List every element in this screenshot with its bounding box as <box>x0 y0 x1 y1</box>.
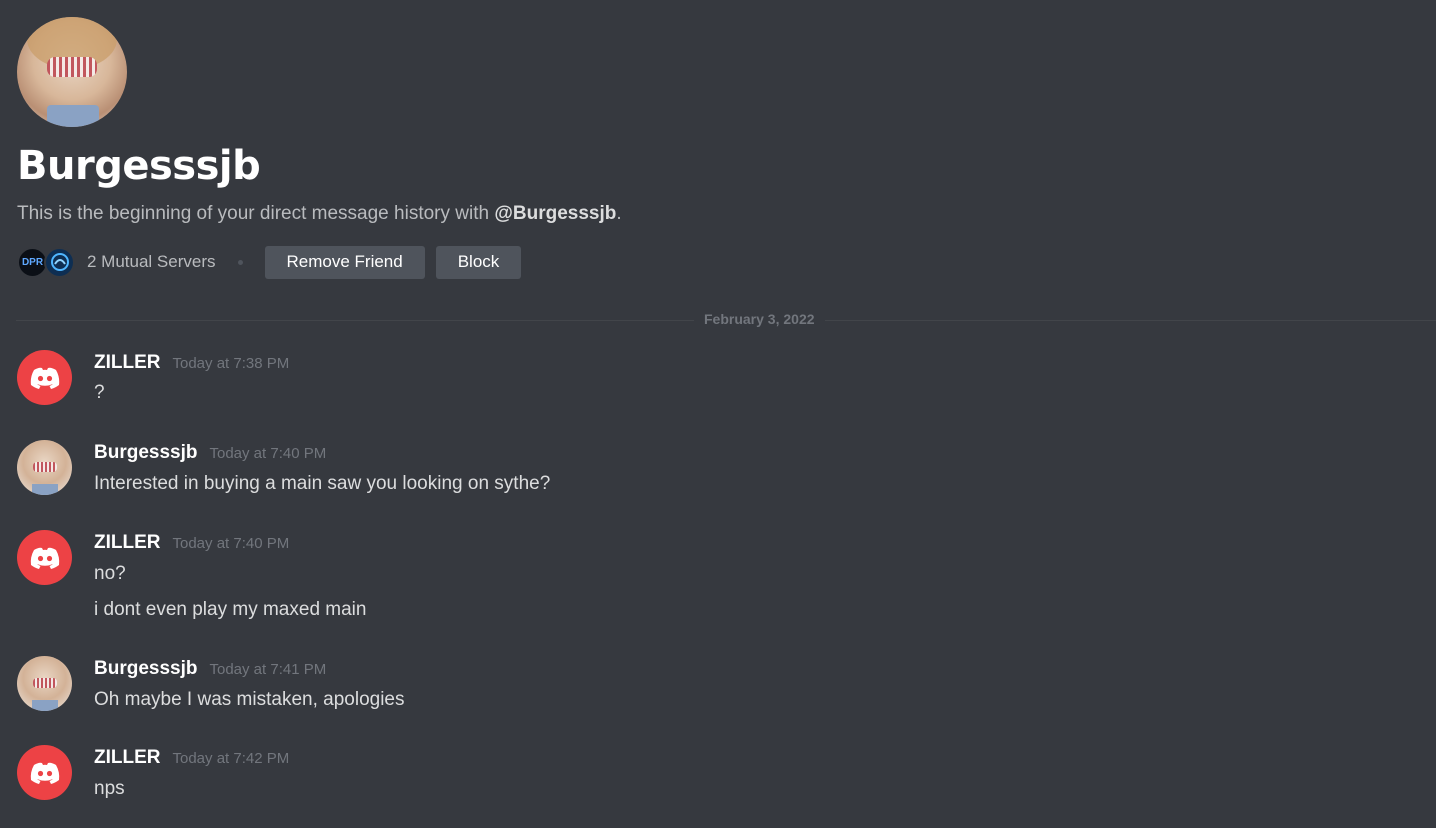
message-author[interactable]: ZILLER <box>94 352 161 374</box>
message-text: no? <box>94 563 126 584</box>
mutual-servers-link[interactable]: 2 Mutual Servers <box>87 252 216 272</box>
message-author[interactable]: Burgesssjb <box>94 658 197 680</box>
separator-dot <box>237 259 243 265</box>
message-author[interactable]: Burgesssjb <box>94 442 197 464</box>
date-divider-label: February 3, 2022 <box>694 311 825 327</box>
discord-logo-icon[interactable] <box>17 350 72 405</box>
message-text: ? <box>94 382 105 403</box>
discord-logo-icon[interactable] <box>17 530 72 585</box>
discord-logo-icon[interactable] <box>17 745 72 800</box>
message-timestamp: Today at 7:42 PM <box>172 750 290 767</box>
profile-avatar[interactable] <box>17 17 127 127</box>
user-avatar[interactable] <box>17 656 72 711</box>
message-text: Oh maybe I was mistaken, apologies <box>94 689 405 710</box>
message-author[interactable]: ZILLER <box>94 532 161 554</box>
message-timestamp: Today at 7:40 PM <box>172 535 290 552</box>
message-timestamp: Today at 7:40 PM <box>209 445 327 462</box>
message-timestamp: Today at 7:41 PM <box>209 661 327 678</box>
message-timestamp: Today at 7:38 PM <box>172 355 290 372</box>
dm-header: Burgesssjb This is the beginning of your… <box>17 17 1417 279</box>
message-text: Interested in buying a main saw you look… <box>94 473 551 494</box>
dm-intro-text: This is the beginning of your direct mes… <box>17 203 622 224</box>
message-author[interactable]: ZILLER <box>94 747 161 769</box>
profile-name: Burgesssjb <box>17 143 261 189</box>
mutual-servers-row: DPR 2 Mutual Servers Remove Friend Block <box>17 245 1417 279</box>
user-avatar[interactable] <box>17 440 72 495</box>
block-button[interactable]: Block <box>435 245 522 279</box>
message-text: nps <box>94 778 125 799</box>
remove-friend-button[interactable]: Remove Friend <box>264 245 425 279</box>
server-blue-icon[interactable] <box>44 246 75 278</box>
message-text: i dont even play my maxed main <box>94 599 367 620</box>
profile-handle[interactable]: @Burgesssjb <box>494 203 616 224</box>
